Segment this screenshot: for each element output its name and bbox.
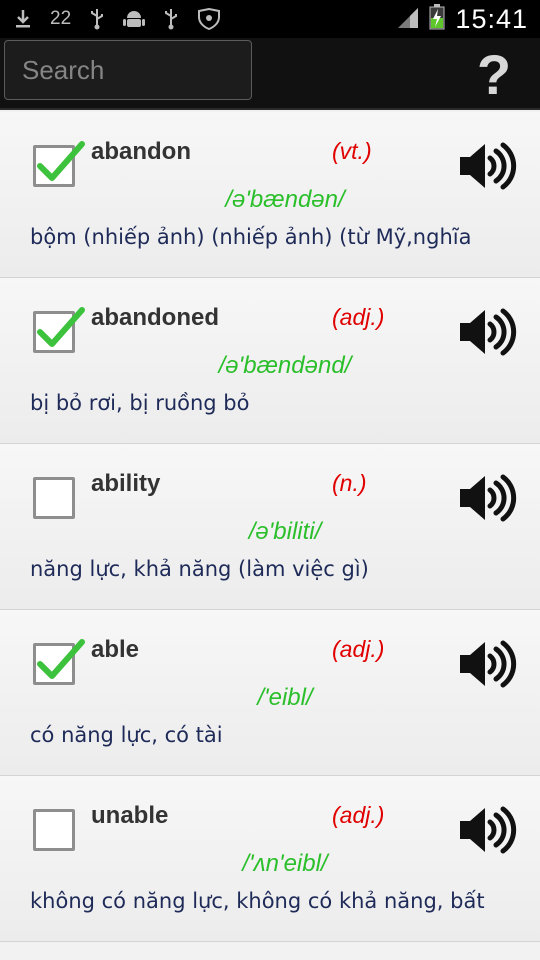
list-item[interactable]: able (adj.) /'eibl/ có năng lực, có tài [0, 610, 540, 776]
meaning-text: không có năng lực, không có khả năng, bấ… [30, 889, 485, 913]
phonetic-transcription: /'eibl/ [257, 684, 313, 711]
meaning-text: bộm (nhiếp ảnh) (nhiếp ảnh) (từ Mỹ,nghĩa [30, 225, 472, 249]
checkmark-icon [37, 639, 85, 679]
usb-icon [89, 8, 105, 30]
search-box[interactable] [4, 40, 252, 100]
word-text: able [91, 636, 140, 663]
clock: 15:41 [455, 3, 528, 34]
meaning-text: có năng lực, có tài [30, 723, 223, 747]
signal-icon [397, 5, 419, 33]
speaker-icon[interactable] [456, 472, 518, 524]
checkmark-icon [37, 307, 85, 347]
checkbox-unchecked[interactable] [33, 809, 75, 851]
speaker-icon[interactable] [456, 306, 518, 358]
system-icons: 15:41 [397, 0, 528, 38]
meaning-text: bị bỏ rơi, bị ruồng bỏ [30, 391, 250, 415]
list-item[interactable]: abandon (vt.) /ə'bændən/ bộm (nhiếp ảnh)… [0, 112, 540, 278]
speaker-icon[interactable] [456, 804, 518, 856]
usb-icon-2 [163, 8, 179, 30]
speaker-icon[interactable] [456, 638, 518, 690]
android-debug-icon [123, 8, 146, 30]
word-text: abandon [91, 138, 191, 165]
word-text: unable [91, 802, 169, 829]
part-of-speech: (adj.) [332, 802, 385, 828]
phonetic-transcription: /ə'bændənd/ [218, 352, 352, 379]
word-list: abandon (vt.) /ə'bændən/ bộm (nhiếp ảnh)… [0, 112, 540, 960]
checkbox-checked[interactable] [33, 307, 85, 353]
question-mark-icon: ? [476, 42, 512, 106]
notification-count: 22 [50, 8, 72, 29]
battery-charging-icon [429, 4, 445, 34]
action-bar: ? [0, 38, 540, 110]
list-item[interactable]: ability (n.) /ə'biliti/ năng lực, khả nă… [0, 444, 540, 610]
word-text: ability [91, 470, 161, 497]
shield-app-icon [197, 8, 221, 30]
download-icon [14, 9, 32, 29]
phonetic-transcription: /ə'biliti/ [248, 518, 322, 545]
checkbox-checked[interactable] [33, 141, 85, 187]
part-of-speech: (adj.) [332, 636, 385, 662]
list-item[interactable]: abandoned (adj.) /ə'bændənd/ bị bỏ rơi, … [0, 278, 540, 444]
part-of-speech: (vt.) [332, 138, 372, 164]
checkbox-unchecked[interactable] [33, 477, 75, 519]
meaning-text: năng lực, khả năng (làm việc gì) [30, 557, 369, 581]
checkmark-icon [37, 141, 85, 181]
phonetic-transcription: /ə'bændən/ [225, 186, 345, 213]
list-item[interactable]: unable (adj.) /'ʌn'eibl/ không có năng l… [0, 776, 540, 942]
speaker-icon[interactable] [456, 140, 518, 192]
status-bar: 22 15:41 [0, 0, 540, 38]
help-button[interactable]: ? [468, 42, 520, 106]
part-of-speech: (n.) [332, 470, 367, 496]
phonetic-transcription: /'ʌn'eibl/ [242, 850, 328, 877]
part-of-speech: (adj.) [332, 304, 385, 330]
word-text: abandoned [91, 304, 220, 331]
search-input[interactable] [5, 41, 251, 99]
notification-icons: 22 [14, 0, 221, 38]
checkbox-checked[interactable] [33, 639, 85, 685]
